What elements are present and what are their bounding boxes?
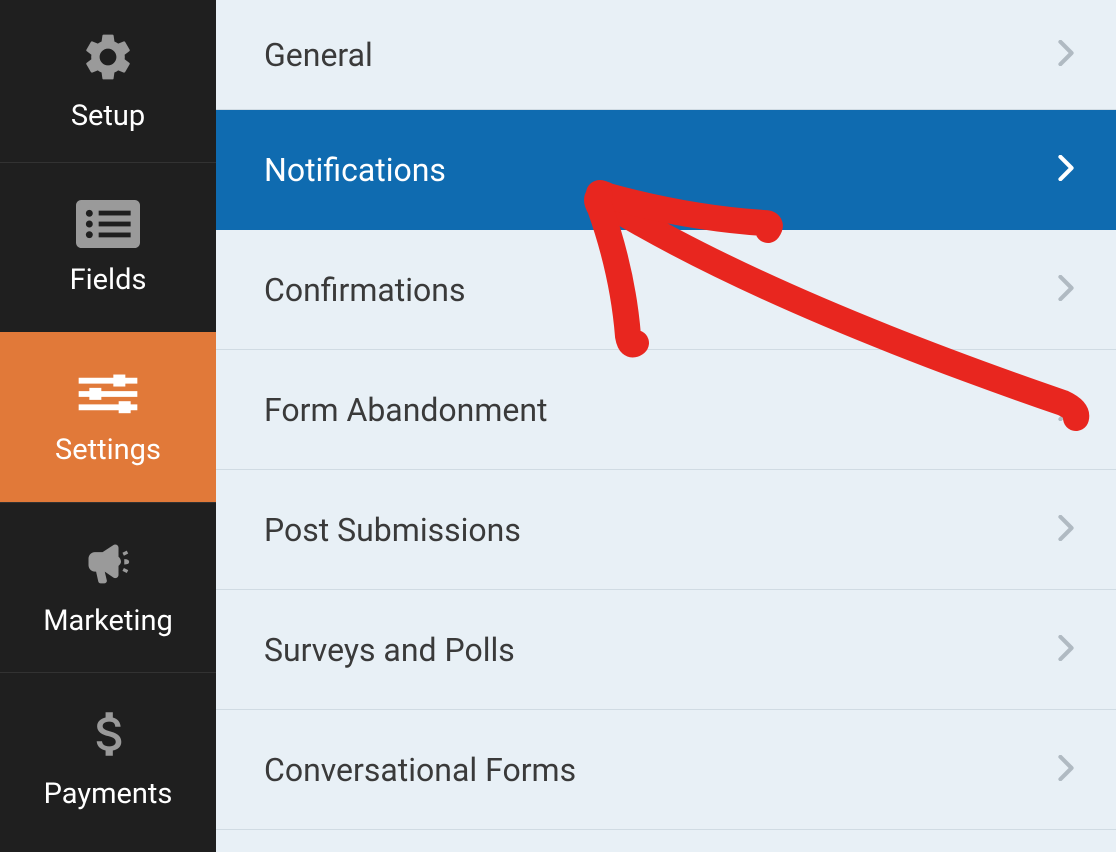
chevron-right-icon (1058, 271, 1074, 309)
list-icon (76, 199, 140, 249)
sidebar-item-settings[interactable]: Settings (0, 332, 216, 502)
settings-item-notifications[interactable]: Notifications (216, 110, 1116, 230)
settings-item-label: Confirmations (264, 271, 465, 309)
settings-item-confirmations[interactable]: Confirmations (216, 230, 1116, 350)
sidebar-item-label: Fields (70, 263, 147, 297)
settings-item-surveys-and-polls[interactable]: Surveys and Polls (216, 590, 1116, 710)
settings-panel: General Notifications Confirmations Form… (216, 0, 1116, 852)
chevron-right-icon (1058, 36, 1074, 74)
settings-item-label: Conversational Forms (264, 751, 576, 789)
settings-item-label: Surveys and Polls (264, 631, 515, 669)
chevron-right-icon (1058, 511, 1074, 549)
settings-item-label: General (264, 36, 373, 74)
settings-item-label: Notifications (264, 151, 446, 189)
sidebar: Setup Fields (0, 0, 216, 852)
chevron-right-icon (1058, 631, 1074, 669)
settings-item-general[interactable]: General (216, 0, 1116, 110)
sidebar-item-label: Setup (71, 99, 145, 133)
chevron-right-icon (1058, 151, 1074, 189)
chevron-right-icon (1058, 751, 1074, 789)
sidebar-item-fields[interactable]: Fields (0, 162, 216, 332)
sidebar-item-setup[interactable]: Setup (0, 0, 216, 162)
sliders-icon (76, 369, 140, 419)
chevron-right-icon (1058, 391, 1074, 429)
gear-icon (80, 29, 136, 85)
sidebar-item-label: Settings (55, 433, 161, 467)
settings-item-label: Post Submissions (264, 511, 521, 549)
sidebar-item-payments[interactable]: Payments (0, 672, 216, 842)
sidebar-item-label: Payments (44, 777, 173, 811)
bullhorn-icon (78, 538, 138, 590)
sidebar-item-marketing[interactable]: Marketing (0, 502, 216, 672)
settings-item-label: Form Abandonment (264, 391, 548, 429)
sidebar-item-label: Marketing (43, 604, 173, 638)
settings-item-form-abandonment[interactable]: Form Abandonment (216, 350, 1116, 470)
settings-item-conversational-forms[interactable]: Conversational Forms (216, 710, 1116, 830)
dollar-icon (89, 705, 127, 763)
settings-item-post-submissions[interactable]: Post Submissions (216, 470, 1116, 590)
